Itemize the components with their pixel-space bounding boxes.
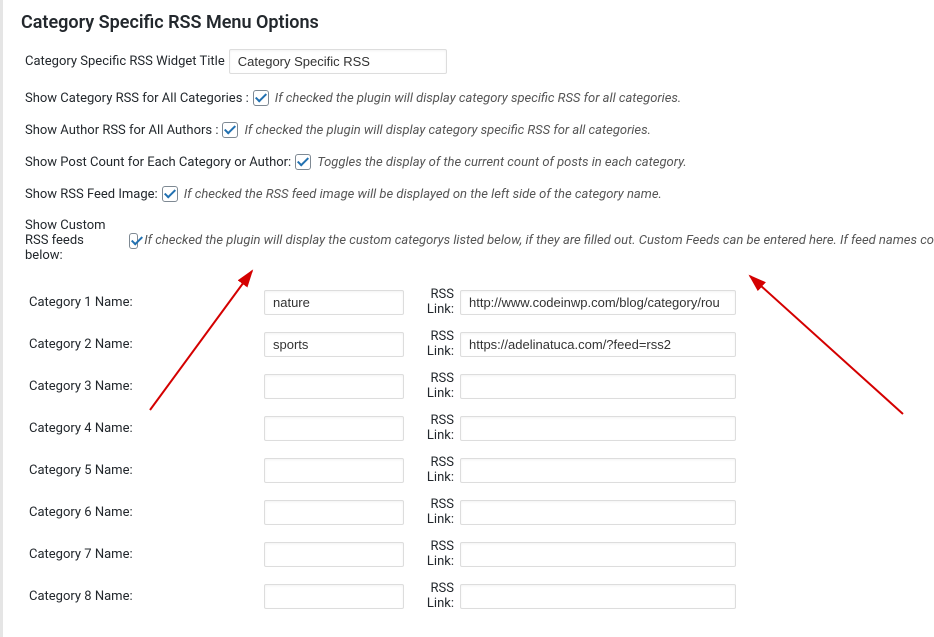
rss-link-label-2: RSS Link:: [404, 329, 460, 359]
category-label-8: Category 8 Name:: [29, 589, 264, 604]
rss-link-input-3[interactable]: [460, 374, 736, 399]
rss-link-label-8: RSS Link:: [404, 581, 460, 611]
category-name-input-8[interactable]: [264, 584, 404, 609]
option-label-3: Show RSS Feed Image:: [25, 187, 158, 202]
option-checkbox-1[interactable]: [222, 122, 238, 138]
option-hint-4: If checked the plugin will display the c…: [144, 233, 934, 248]
option-hint-3: If checked the RSS feed image will be di…: [184, 187, 662, 202]
option-hint-1: If checked the plugin will display categ…: [244, 123, 650, 138]
category-name-input-1[interactable]: [264, 290, 404, 315]
category-label-3: Category 3 Name:: [29, 379, 264, 394]
option-hint-0: If checked the plugin will display categ…: [275, 91, 681, 106]
category-name-input-5[interactable]: [264, 458, 404, 483]
rss-link-label-5: RSS Link:: [404, 455, 460, 485]
option-label-1: Show Author RSS for All Authors :: [25, 123, 218, 138]
category-label-6: Category 6 Name:: [29, 505, 264, 520]
page-title: Category Specific RSS Menu Options: [11, 0, 934, 41]
category-label-2: Category 2 Name:: [29, 337, 264, 352]
category-label-4: Category 4 Name:: [29, 421, 264, 436]
option-label-0: Show Category RSS for All Categories :: [25, 91, 249, 106]
category-name-input-7[interactable]: [264, 542, 404, 567]
widget-title-label: Category Specific RSS Widget Title: [25, 54, 225, 69]
category-name-input-6[interactable]: [264, 500, 404, 525]
category-name-input-2[interactable]: [264, 332, 404, 357]
rss-link-label-7: RSS Link:: [404, 539, 460, 569]
option-label-4: Show Custom RSS feeds below:: [25, 218, 125, 263]
option-label-2: Show Post Count for Each Category or Aut…: [25, 155, 291, 170]
rss-link-input-5[interactable]: [460, 458, 736, 483]
rss-link-label-6: RSS Link:: [404, 497, 460, 527]
rss-link-input-7[interactable]: [460, 542, 736, 567]
option-checkbox-2[interactable]: [295, 154, 311, 170]
category-label-1: Category 1 Name:: [29, 295, 264, 310]
rss-link-input-2[interactable]: [460, 332, 736, 357]
rss-link-input-6[interactable]: [460, 500, 736, 525]
option-checkbox-4[interactable]: [129, 233, 139, 249]
option-checkbox-0[interactable]: [253, 90, 269, 106]
option-hint-2: Toggles the display of the current count…: [317, 155, 687, 170]
rss-link-input-4[interactable]: [460, 416, 736, 441]
rss-link-label-4: RSS Link:: [404, 413, 460, 443]
rss-link-input-8[interactable]: [460, 584, 736, 609]
category-name-input-4[interactable]: [264, 416, 404, 441]
rss-link-label-3: RSS Link:: [404, 371, 460, 401]
rss-link-label-1: RSS Link:: [404, 287, 460, 317]
widget-title-input[interactable]: [229, 49, 447, 74]
option-checkbox-3[interactable]: [162, 186, 178, 202]
rss-link-input-1[interactable]: [460, 290, 736, 315]
category-label-5: Category 5 Name:: [29, 463, 264, 478]
category-name-input-3[interactable]: [264, 374, 404, 399]
